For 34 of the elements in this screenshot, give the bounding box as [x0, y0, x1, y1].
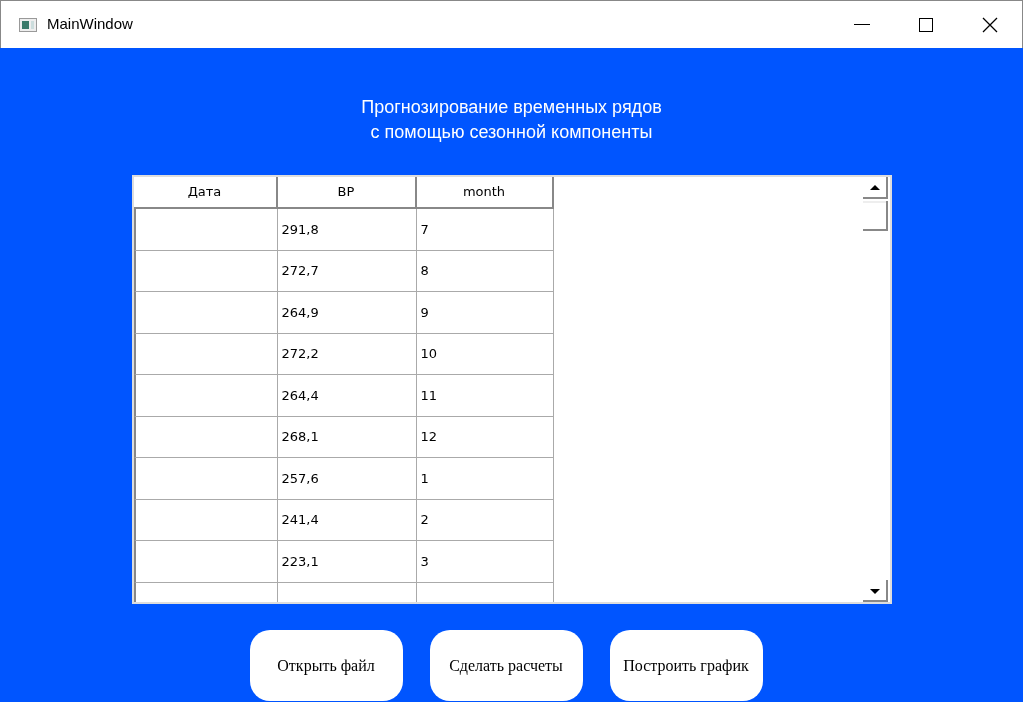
- table-cell: 1: [416, 458, 554, 500]
- scroll-thumb[interactable]: [861, 201, 888, 231]
- table-cell: 264,4: [277, 375, 417, 417]
- table-cell: 223,1: [277, 541, 417, 583]
- scroll-down-icon[interactable]: [861, 580, 888, 602]
- table-cell: 2: [416, 499, 554, 541]
- action-button[interactable]: Сделать расчеты: [429, 630, 583, 701]
- table-cell: 9: [416, 292, 554, 334]
- minimize-icon: [854, 23, 870, 26]
- close-icon: [982, 16, 998, 33]
- table-cell: 8: [416, 250, 554, 292]
- maximize-icon: [919, 17, 933, 32]
- table-cell: 11: [416, 375, 554, 417]
- table-cell: 272,2: [277, 333, 417, 375]
- table-cell: 264,9: [277, 292, 417, 334]
- column-header[interactable]: ВР: [277, 177, 417, 209]
- table-cell: 12: [416, 416, 554, 458]
- action-button[interactable]: Построить график: [609, 630, 763, 701]
- table-cell: 272,7: [277, 250, 417, 292]
- table-cell: 268,1: [277, 416, 417, 458]
- table-cell: 7: [416, 209, 554, 251]
- scroll-up-icon[interactable]: [861, 177, 888, 199]
- table-cell: 3: [416, 541, 554, 583]
- action-button[interactable]: Открыть файл: [249, 630, 403, 701]
- window-title: MainWindow: [47, 14, 133, 35]
- table-cell: 257,6: [277, 458, 417, 500]
- app-icon: [19, 17, 37, 32]
- heading-text: Прогнозирование временных рядов с помощью сезонной компоненты: [361, 96, 662, 144]
- column-header[interactable]: Дата: [133, 177, 278, 209]
- table-cell: 241,4: [277, 499, 417, 541]
- table-cell: 10: [416, 333, 554, 375]
- scrollbar[interactable]: [861, 177, 888, 602]
- column-header[interactable]: month: [416, 177, 554, 209]
- table-cell: 291,8: [277, 209, 417, 251]
